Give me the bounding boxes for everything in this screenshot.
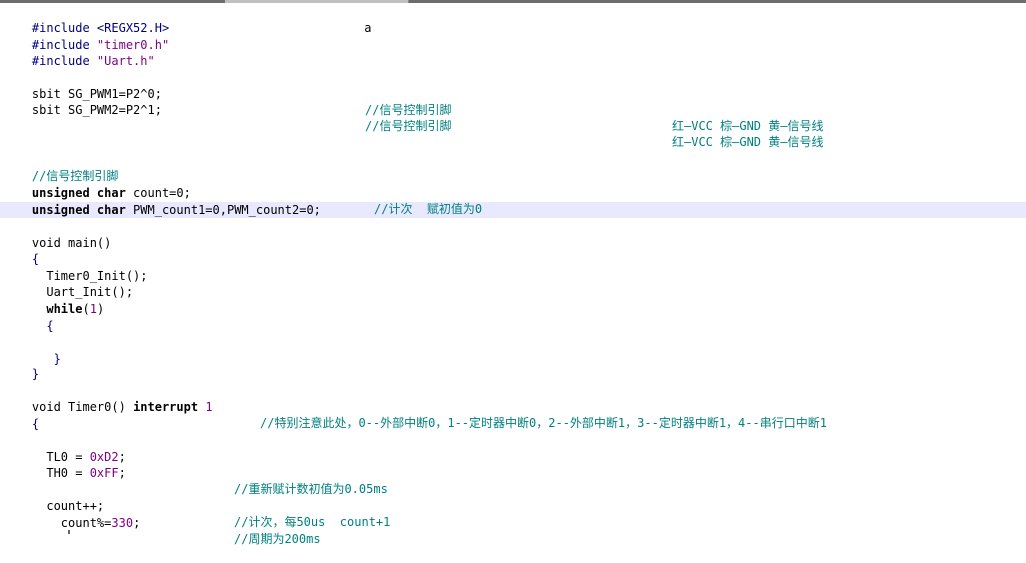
comment: //周期为200ms (234, 532, 321, 546)
code-line-21[interactable]: } (3, 335, 61, 366)
comment: //计次，每50us count+1 (234, 515, 391, 529)
code-line-10[interactable]: //信号控制引脚 (3, 152, 118, 183)
code-line-27[interactable]: TL0 = 0xD2; (3, 433, 126, 464)
code-line-17[interactable]: Uart_Init(); (3, 268, 133, 299)
function-signature: void main() (31, 236, 112, 250)
code-line-11[interactable]: unsigned char count=0; //计次 赋初值为0 (3, 169, 1023, 216)
code-line-5[interactable]: sbit SG_PWM1=P2^0; //信号控制引脚 红—VCC 棕—GND … (3, 70, 1023, 133)
number-literal: 330 (111, 516, 134, 530)
modulo-assignment: count%= (31, 516, 112, 530)
open-brace: { (31, 417, 40, 431)
comment: //信号控制引脚 (365, 103, 452, 117)
assignment: TH0 = (31, 466, 90, 480)
number-literal: 1 (89, 302, 97, 316)
semicolon: ; (118, 466, 126, 480)
code-line-30[interactable]: count++; //计次，每50us count+1 (3, 482, 1023, 529)
number-literal: 0xFF (89, 466, 119, 480)
code-line-12[interactable]: unsigned char PWM_count1=0,PWM_count2=0; (3, 186, 321, 217)
wiring-comment: 红—VCC 棕—GND 黄—信号线 (672, 119, 824, 133)
stray-text: a (169, 21, 372, 35)
code-line-2[interactable]: #include "timer0.h" (3, 21, 169, 52)
comment: //特别注意此处，0--外部中断0，1--定时器中断0，2--外部中断1，3--… (260, 416, 827, 430)
code-line-14[interactable]: void main() (3, 219, 111, 250)
number-literal: 1 (198, 400, 213, 414)
code-line-25[interactable]: { (3, 400, 39, 431)
code-line-16[interactable]: Timer0_Init(); (3, 252, 147, 283)
preprocessor-directive: #include (31, 54, 90, 68)
editor-tab-strip[interactable] (225, 0, 409, 3)
code-line-22[interactable]: } (3, 350, 39, 381)
paren: ( (82, 302, 90, 316)
sbit-declaration: sbit SG_PWM2=P2^1; (31, 103, 162, 117)
function-signature: void Timer0() (31, 400, 134, 414)
code-line-18[interactable]: while(1) (3, 285, 104, 316)
include-file: "Uart.h" (89, 54, 155, 68)
code-line-15[interactable]: { (3, 235, 39, 266)
code-line-31[interactable]: count%=330; //周期为200ms (3, 499, 1023, 546)
close-brace: } (31, 367, 40, 381)
comment: //信号控制引脚 (365, 119, 452, 133)
type-keyword: unsigned char (31, 203, 126, 217)
code-editor[interactable]: #include <REGX52.H> a #include "timer0.h… (0, 0, 1026, 546)
code-line-24[interactable]: void Timer0() interrupt 1 //特别注意此处，0--外部… (3, 383, 1023, 430)
editor-top-border (0, 0, 1026, 3)
semicolon: ; (133, 516, 141, 530)
paren: ) (96, 302, 105, 316)
interrupt-keyword: interrupt (133, 400, 199, 414)
code-line-19[interactable]: { (3, 302, 53, 333)
comment: //计次 赋初值为0 (374, 202, 483, 216)
code-line-3[interactable]: #include "Uart.h" (3, 37, 155, 68)
declaration: PWM_count1=0,PWM_count2=0; (125, 203, 321, 217)
scroll-marker (68, 530, 70, 534)
code-line-6[interactable]: sbit SG_PWM2=P2^1; //信号控制引脚 红—VCC 棕—GND … (3, 86, 1023, 149)
open-brace: { (31, 319, 54, 333)
wiring-comment: 红—VCC 棕—GND 黄—信号线 (672, 135, 824, 149)
code-line-1[interactable]: #include <REGX52.H> a (3, 4, 372, 35)
code-line-28[interactable]: TH0 = 0xFF; //重新赋计数初值为0.05ms (3, 449, 1023, 496)
